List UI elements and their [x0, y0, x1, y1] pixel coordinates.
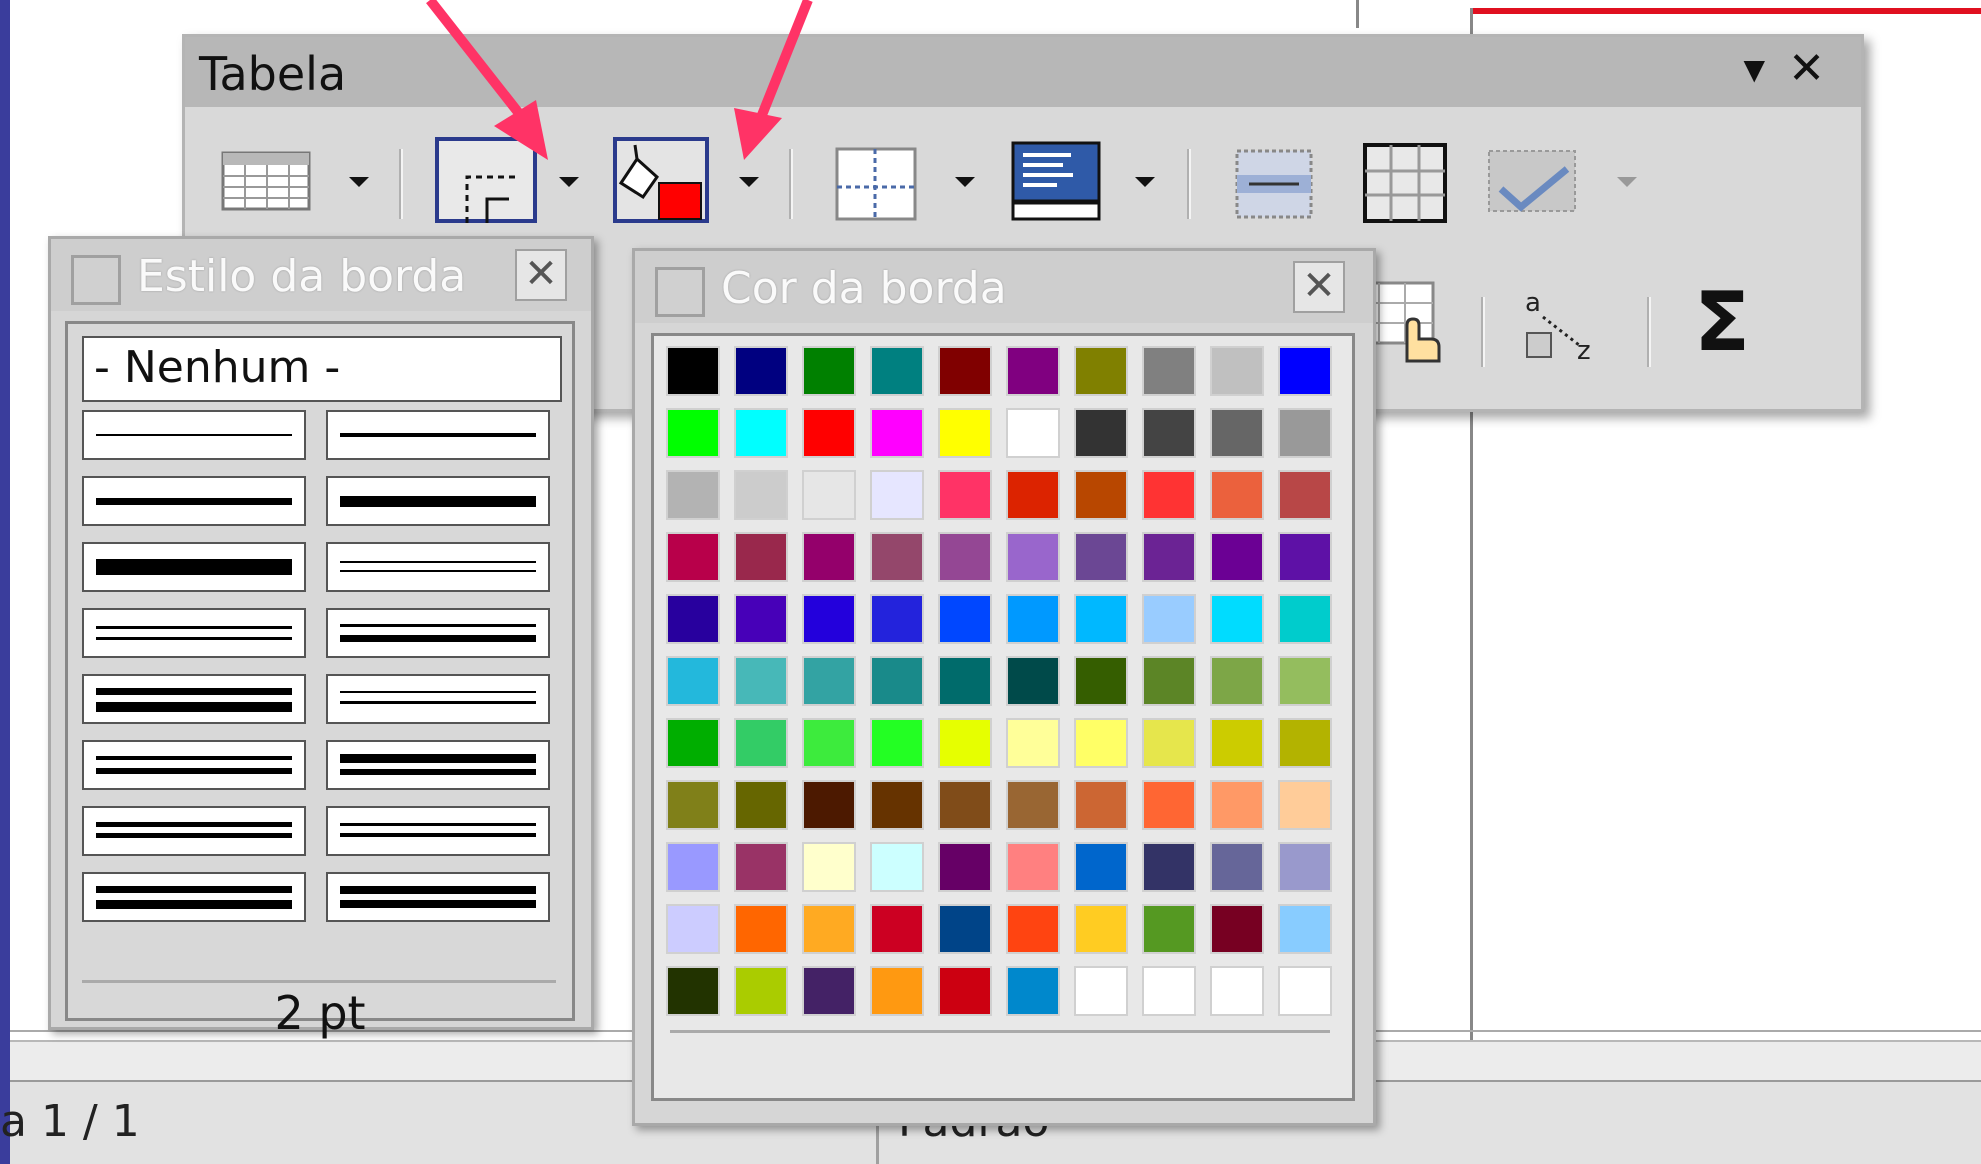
annotation-arrows	[426, 0, 813, 160]
annotation-arrow-right	[734, 0, 813, 160]
annotation-arrow-left	[426, 0, 548, 160]
